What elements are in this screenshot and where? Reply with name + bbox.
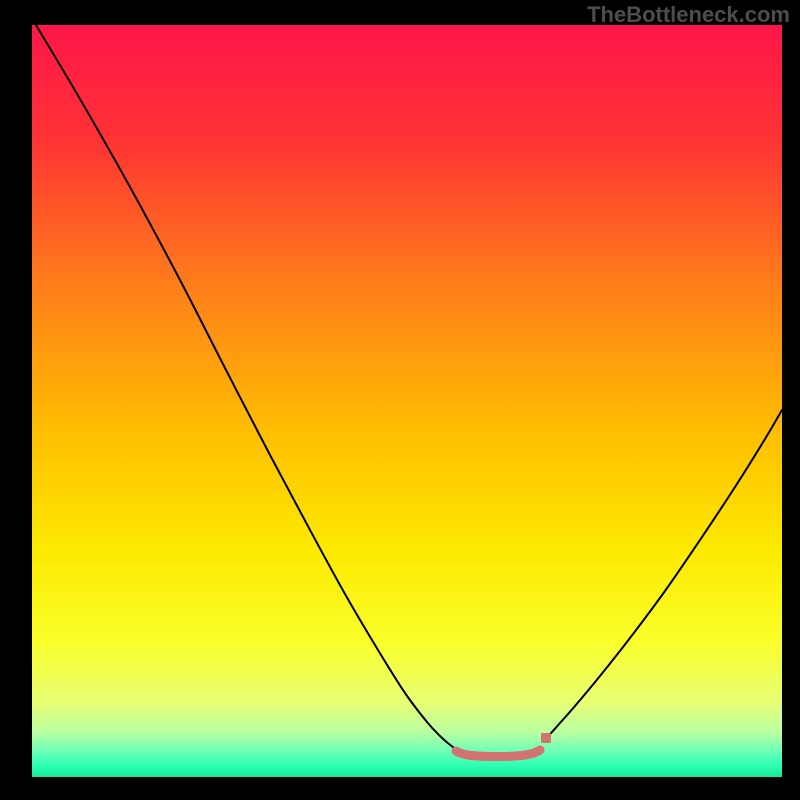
plot-background <box>32 25 782 777</box>
watermark-text: TheBottleneck.com <box>587 2 790 28</box>
bottleneck-end-marker <box>541 733 551 743</box>
chart-frame: { "watermark": "TheBottleneck.com", "cha… <box>0 0 800 800</box>
bottleneck-chart <box>0 0 800 800</box>
